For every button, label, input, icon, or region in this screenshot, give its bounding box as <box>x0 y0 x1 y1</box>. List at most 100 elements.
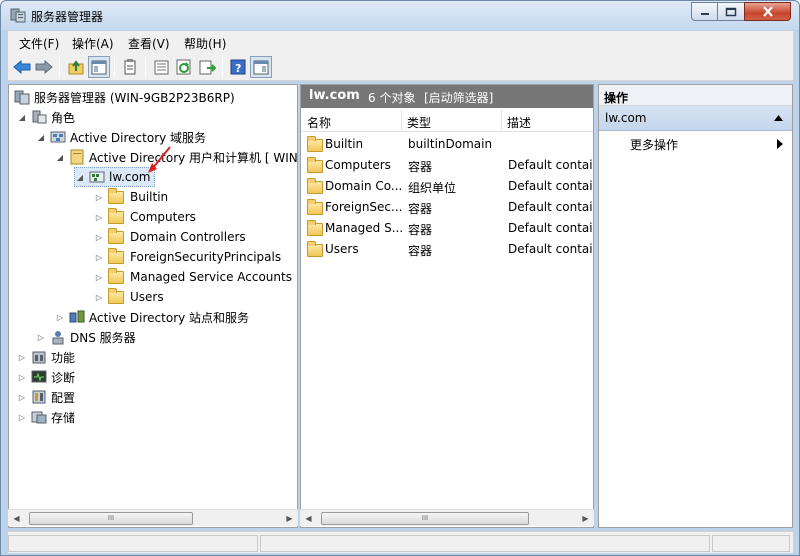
properties-button[interactable] <box>119 56 141 78</box>
show-tree-icon <box>91 60 107 74</box>
expand-icon[interactable]: ▷ <box>17 353 27 362</box>
cell-name: Managed S... <box>325 221 403 235</box>
scrollbar-thumb[interactable]: III <box>29 512 193 525</box>
tree-label-ad-users-computers: Active Directory 用户和计算机 [ WIN <box>89 150 298 165</box>
collapse-icon[interactable]: ◢ <box>36 133 46 142</box>
up-level-button[interactable] <box>65 56 87 78</box>
folder-icon <box>307 136 323 152</box>
tree-label: ForeignSecurityPrincipals <box>130 250 282 264</box>
tree-item-storage[interactable]: ▷ 存储 <box>17 407 75 427</box>
expand-icon[interactable]: ▷ <box>17 413 27 422</box>
expand-icon[interactable]: ▷ <box>94 193 104 202</box>
tree-item-ad-ds[interactable]: ◢ Active Directory 域服务 <box>36 127 206 147</box>
tree-label: Managed Service Accounts <box>130 270 292 284</box>
maximize-button[interactable] <box>717 2 745 21</box>
expand-icon[interactable]: ▷ <box>17 373 27 382</box>
tree-item-diagnostics[interactable]: ▷ 诊断 <box>17 367 75 387</box>
scrollbar-thumb[interactable]: III <box>321 512 529 525</box>
column-header: 名称 类型 描述 <box>301 110 593 132</box>
column-description[interactable]: 描述 <box>507 114 531 131</box>
annotation-arrow-icon <box>148 146 171 173</box>
tree-label-ad-ds: Active Directory 域服务 <box>70 130 207 145</box>
folder-icon <box>108 187 124 204</box>
tree-item-roles[interactable]: ◢ 角色 <box>17 107 75 127</box>
forward-button[interactable] <box>33 56 55 78</box>
close-icon <box>762 6 773 17</box>
expand-icon[interactable]: ▷ <box>36 333 46 342</box>
collapse-icon[interactable]: ◢ <box>55 153 65 162</box>
refresh-button[interactable] <box>173 56 195 78</box>
server-manager-icon <box>10 8 26 23</box>
tree-horizontal-scrollbar[interactable]: ◀ III ▶ <box>8 509 298 526</box>
cell-description: Default contair <box>508 221 593 235</box>
close-button[interactable] <box>744 2 791 21</box>
help-button[interactable]: ? <box>227 56 249 78</box>
title-bar[interactable]: 服务器管理器 <box>1 1 799 30</box>
diagnostics-icon <box>31 370 47 383</box>
tree-item-users[interactable]: ▷ Users <box>94 287 164 307</box>
results-pane[interactable]: lw.com 6 个对象 [启动筛选器] 名称 类型 描述 Builtin bu… <box>300 84 594 528</box>
expand-icon[interactable]: ▷ <box>94 293 104 302</box>
tree-label-features: 功能 <box>51 350 76 365</box>
scroll-left-icon[interactable]: ◀ <box>8 510 25 527</box>
tree-item-features[interactable]: ▷ 功能 <box>17 347 75 367</box>
collapse-icon[interactable]: ◢ <box>75 173 85 182</box>
expand-icon[interactable]: ▷ <box>94 233 104 242</box>
tree-item-domain[interactable]: ◢ lw.com <box>74 167 155 187</box>
collapse-icon[interactable]: ◢ <box>17 113 27 122</box>
tree-label-dns: DNS 服务器 <box>70 330 136 345</box>
list-item[interactable]: ForeignSec... 容器 Default contair <box>301 197 593 218</box>
export-button[interactable] <box>150 56 172 78</box>
expand-icon[interactable]: ▷ <box>94 253 104 262</box>
menu-help[interactable]: 帮助(H) <box>184 35 226 52</box>
tree-item-foreign-security-principals[interactable]: ▷ ForeignSecurityPrincipals <box>94 247 281 267</box>
tree-item-configuration[interactable]: ▷ 配置 <box>17 387 75 407</box>
tree-item-managed-service-accounts[interactable]: ▷ Managed Service Accounts <box>94 267 292 287</box>
results-header: lw.com 6 个对象 [启动筛选器] <box>301 85 593 108</box>
list-item[interactable]: Computers 容器 Default contair <box>301 155 593 176</box>
actions-section-domain[interactable]: lw.com <box>599 106 792 131</box>
tree-item-builtin[interactable]: ▷ Builtin <box>94 187 168 207</box>
expand-icon[interactable]: ▷ <box>17 393 27 402</box>
column-type[interactable]: 类型 <box>407 114 431 131</box>
ou-folder-icon <box>108 227 124 244</box>
folder-icon <box>307 157 323 173</box>
show-hide-tree-button[interactable] <box>88 56 110 78</box>
expand-icon[interactable]: ▷ <box>94 273 104 282</box>
back-button[interactable] <box>11 56 33 78</box>
menu-action[interactable]: 操作(A) <box>72 35 114 52</box>
minimize-button[interactable] <box>691 2 718 21</box>
list-item[interactable]: Users 容器 Default contair <box>301 239 593 260</box>
list-item[interactable]: Domain Co... 组织单位 Default contair <box>301 176 593 197</box>
actions-header: 操作 <box>599 85 792 106</box>
tree-item-ad-users-computers[interactable]: ◢ Active Directory 用户和计算机 [ WIN <box>55 147 298 167</box>
list-item[interactable]: Managed S... 容器 Default contair <box>301 218 593 239</box>
scroll-right-icon[interactable]: ▶ <box>281 510 298 527</box>
cell-type: 容器 <box>408 244 433 258</box>
list-item[interactable]: Builtin builtinDomain <box>301 134 593 155</box>
minimize-icon <box>700 12 709 15</box>
tree-item-computers[interactable]: ▷ Computers <box>94 207 196 227</box>
column-name[interactable]: 名称 <box>307 114 331 131</box>
expand-icon[interactable]: ▷ <box>94 213 104 222</box>
folder-icon <box>307 220 323 236</box>
up-folder-icon <box>68 59 84 74</box>
tree-item-domain-controllers[interactable]: ▷ Domain Controllers <box>94 227 246 247</box>
collapse-up-icon[interactable] <box>774 115 783 121</box>
tree-item-ad-sites[interactable]: ▷ Active Directory 站点和服务 <box>55 307 249 327</box>
menu-view[interactable]: 查看(V) <box>128 35 170 52</box>
refresh-icon <box>176 59 191 75</box>
console-tree-pane[interactable]: 服务器管理器 (WIN-9GB2P23B6RP) ◢ 角色 ◢ Active D… <box>8 84 298 528</box>
tree-root[interactable]: 服务器管理器 (WIN-9GB2P23B6RP) <box>14 87 235 107</box>
more-actions-item[interactable]: 更多操作 <box>599 133 792 155</box>
tree-item-dns[interactable]: ▷ DNS 服务器 <box>36 327 136 347</box>
menu-file[interactable]: 文件(F) <box>19 35 59 52</box>
toolbar: ? <box>8 53 793 81</box>
export-list-button[interactable] <box>196 56 218 78</box>
scroll-left-icon[interactable]: ◀ <box>300 510 317 527</box>
scroll-right-icon[interactable]: ▶ <box>577 510 594 527</box>
results-horizontal-scrollbar[interactable]: ◀ III ▶ <box>300 509 594 526</box>
show-hide-action-pane-button[interactable] <box>250 56 272 78</box>
expand-icon[interactable]: ▷ <box>55 313 65 322</box>
cell-name: Builtin <box>325 137 364 151</box>
